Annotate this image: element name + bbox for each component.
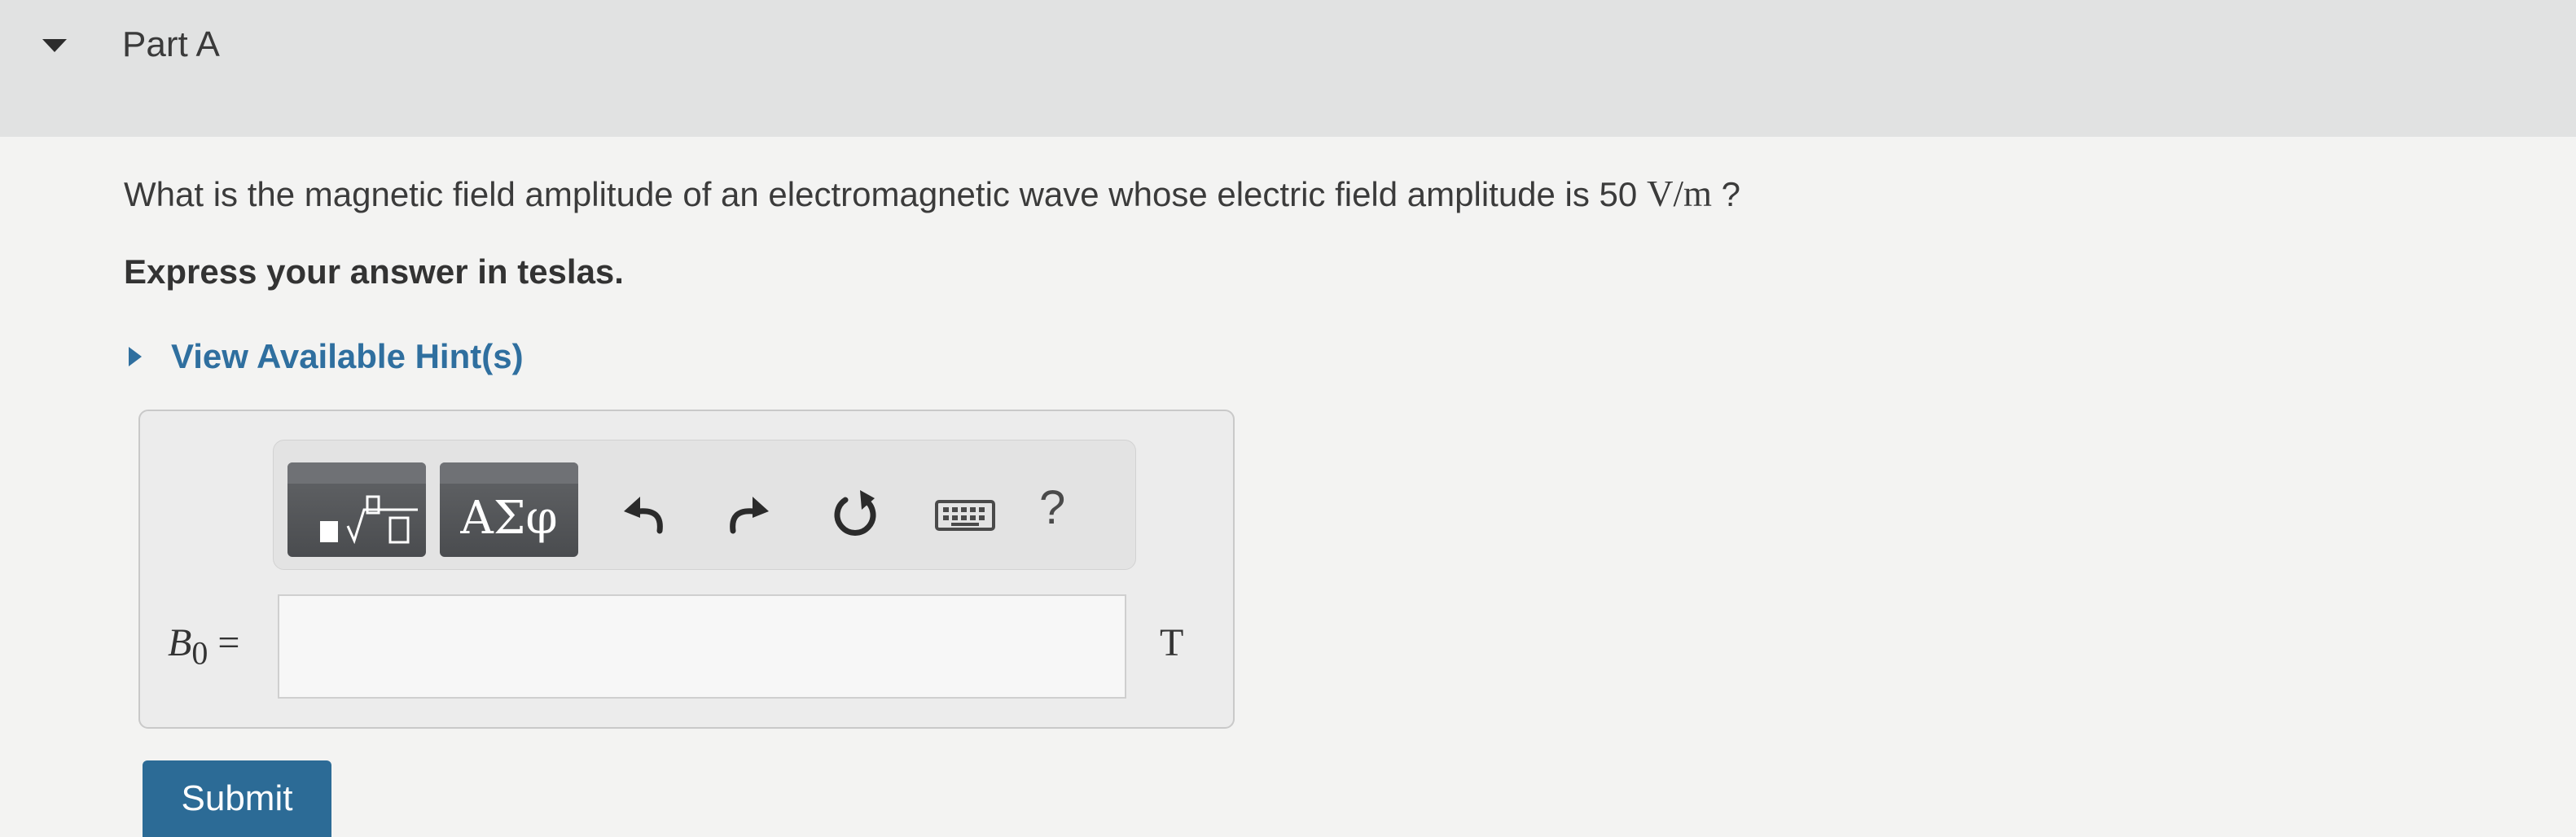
question-text-after: ? xyxy=(1711,175,1740,213)
variable-subscript: 0 xyxy=(191,634,208,672)
symbols-button-strip xyxy=(440,462,578,484)
symbols-label: ΑΣφ xyxy=(460,492,558,545)
answer-input[interactable] xyxy=(278,594,1126,699)
variable-label: B0 = xyxy=(168,620,239,673)
question-unit: V/m xyxy=(1646,173,1712,214)
symbols-button[interactable]: ΑΣφ xyxy=(440,462,578,557)
part-title: Part A xyxy=(122,24,220,64)
variable-symbol: B xyxy=(168,621,192,664)
unit-label: T xyxy=(1160,621,1184,664)
part-header[interactable]: Part A xyxy=(0,0,2576,137)
question-text: What is the magnetic field amplitude of … xyxy=(124,173,1740,215)
view-hints-label: View Available Hint(s) xyxy=(171,337,524,375)
triangle-down-icon[interactable] xyxy=(42,39,67,52)
templates-button[interactable] xyxy=(287,462,426,557)
answer-instruction: Express your answer in teslas. xyxy=(124,252,624,291)
triangle-right-icon xyxy=(129,347,142,366)
keyboard-icon[interactable] xyxy=(928,482,1002,547)
reset-icon[interactable] xyxy=(823,482,888,547)
view-hints-link[interactable]: View Available Hint(s) xyxy=(129,337,524,376)
question-text-before: What is the magnetic field amplitude of … xyxy=(124,175,1647,213)
templates-icon xyxy=(320,495,418,545)
equals-sign: = xyxy=(217,621,240,664)
page: Part A What is the magnetic field amplit… xyxy=(0,0,2576,837)
undo-icon[interactable] xyxy=(612,482,678,547)
submit-button[interactable]: Submit xyxy=(143,760,331,837)
redo-icon[interactable] xyxy=(715,482,780,547)
help-button[interactable]: ? xyxy=(1039,480,1065,535)
